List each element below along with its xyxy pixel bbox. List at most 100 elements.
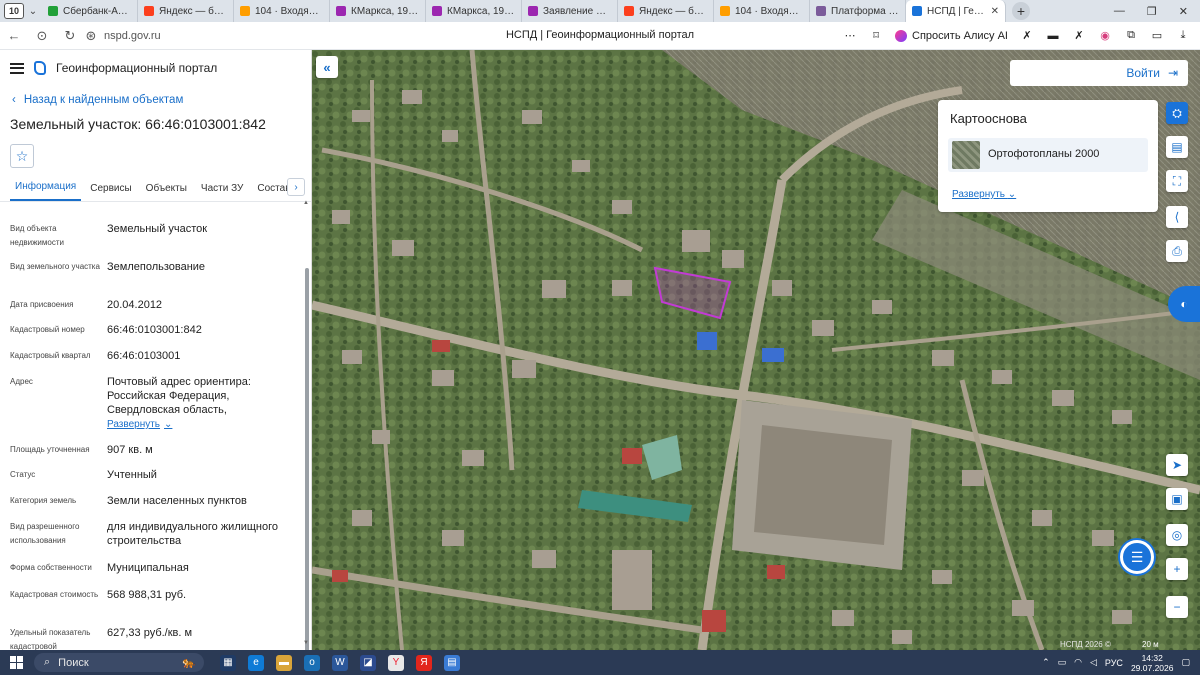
- address-text: Почтовый адрес ориентира: Российская Фед…: [107, 376, 251, 416]
- tray-expand-icon[interactable]: ⌃: [1042, 657, 1050, 668]
- tabs-next-button[interactable]: ›: [287, 178, 305, 196]
- chat-icon: ☰: [1130, 548, 1144, 565]
- tab-count-badge[interactable]: 10: [4, 3, 24, 19]
- side-panel-tab[interactable]: ◐: [1168, 286, 1200, 322]
- download-icon[interactable]: ⤓: [1176, 29, 1190, 43]
- tab-objects[interactable]: Объекты: [141, 183, 192, 201]
- basemap-panel: Картооснова Ортофотопланы 2000 Развернут…: [938, 100, 1158, 212]
- collapse-panel-button[interactable]: «: [316, 56, 338, 78]
- address-expand-link[interactable]: Развернуть ⌄: [107, 418, 172, 432]
- property-value: 627,33 руб./кв. м: [107, 627, 193, 639]
- map-view[interactable]: « Войти ⇥ Картооснова Ортофотопланы 2000…: [312, 50, 1200, 650]
- ask-alisa-button[interactable]: Спросить Алису AI: [895, 29, 1008, 42]
- back-icon[interactable]: ←: [0, 28, 28, 43]
- tab-services[interactable]: Сервисы: [85, 183, 136, 201]
- favorite-button[interactable]: ☆: [10, 144, 34, 168]
- extension-icon[interactable]: ✗: [1020, 29, 1034, 43]
- volume-icon[interactable]: ◁: [1090, 657, 1097, 668]
- puzzle-icon[interactable]: ⧉: [1124, 29, 1138, 43]
- login-bar: Войти ⇥: [1010, 60, 1188, 86]
- chat-bubble-icon: ◐: [1180, 297, 1188, 311]
- panel-header: Геоинформационный портал: [0, 50, 311, 86]
- menu-icon[interactable]: [10, 62, 24, 74]
- login-icon[interactable]: ⇥: [1168, 66, 1178, 80]
- clock-date: 29.07.2026: [1130, 662, 1174, 673]
- browser-tab[interactable]: КМаркса, 19 (1).p: [426, 0, 522, 22]
- close-tab-icon[interactable]: ✕: [991, 6, 999, 17]
- property-key: Вид объекта недвижимости: [10, 224, 64, 247]
- browser-tab[interactable]: Яндекс — быстры: [618, 0, 714, 22]
- zoom-in-button[interactable]: +: [1166, 558, 1188, 580]
- extension-icon[interactable]: ▬: [1046, 29, 1060, 43]
- property-value: Учтенный: [107, 469, 157, 481]
- chevron-down-icon: ⌄: [1007, 189, 1017, 200]
- language-indicator[interactable]: РУС: [1105, 658, 1123, 668]
- notification-icon[interactable]: ▢: [1181, 657, 1190, 668]
- network-icon[interactable]: ▭: [1058, 657, 1067, 668]
- select-area-icon: ⛶: [1172, 173, 1182, 188]
- browser-tab[interactable]: Заявление Торги: [522, 0, 618, 22]
- lock-icon[interactable]: ⊛: [84, 28, 98, 44]
- tab-information[interactable]: Информация: [10, 181, 82, 201]
- layers-tool-button[interactable]: ⛭: [1166, 102, 1188, 124]
- browser-tab-active[interactable]: НСПД | Геоин ✕: [906, 0, 1006, 22]
- yandex-icon[interactable]: Я: [416, 654, 432, 671]
- print-icon: ⎙: [1172, 243, 1182, 258]
- basemap-expand-link[interactable]: Развернуть ⌄: [952, 189, 1016, 200]
- browser-tab[interactable]: Платформа госуд: [810, 0, 906, 22]
- sidebar-icon[interactable]: ▭: [1150, 29, 1164, 43]
- maximize-icon[interactable]: ❐: [1147, 5, 1157, 18]
- basemap-thumbnail: [952, 141, 980, 169]
- browser-tab[interactable]: 104 · Входящие —: [234, 0, 330, 22]
- yandex-browser-icon[interactable]: Y: [388, 654, 404, 671]
- minimap-button[interactable]: ▣: [1166, 488, 1188, 510]
- tab-label: Заявление Торги: [543, 5, 611, 17]
- task-view-icon[interactable]: ▦: [220, 654, 236, 671]
- tab-list-chevron-icon[interactable]: ⌄: [24, 6, 42, 17]
- scroll-up-icon[interactable]: ▲: [303, 200, 309, 206]
- explorer-icon[interactable]: ▬: [276, 654, 292, 671]
- taskbar-search[interactable]: ⌕ Поиск 🐅: [34, 653, 204, 672]
- minimize-icon[interactable]: —: [1114, 5, 1125, 18]
- bookmark-icon[interactable]: ⌑: [869, 29, 883, 43]
- tab-label: НСПД | Геоин: [927, 5, 986, 17]
- word-icon[interactable]: W: [332, 654, 348, 671]
- geolocation-button[interactable]: ◎: [1166, 524, 1188, 546]
- windows-start-icon[interactable]: [10, 655, 24, 670]
- outlook-icon[interactable]: o: [304, 654, 320, 671]
- shield-icon[interactable]: ⊙: [28, 28, 56, 44]
- app-icon[interactable]: ◪: [360, 654, 376, 671]
- wifi-icon[interactable]: ◠: [1074, 657, 1082, 668]
- browser-tab[interactable]: 104 · Входящие —: [714, 0, 810, 22]
- chat-assistant-button[interactable]: ☰: [1120, 540, 1154, 574]
- close-window-icon[interactable]: ✕: [1179, 5, 1188, 18]
- browser-tab[interactable]: КМаркса, 19 (2).p: [330, 0, 426, 22]
- select-area-button[interactable]: ⛶: [1166, 170, 1188, 192]
- login-button[interactable]: Войти: [1126, 66, 1160, 80]
- extension-icon[interactable]: ◉: [1098, 29, 1112, 43]
- more-icon[interactable]: ⋯: [843, 29, 857, 43]
- browser-tab[interactable]: Сбербанк-АСТ - Э: [42, 0, 138, 22]
- print-button[interactable]: ⎙: [1166, 240, 1188, 262]
- store-icon[interactable]: ▤: [444, 654, 460, 671]
- scroll-down-icon[interactable]: ▼: [303, 640, 309, 646]
- window-controls: — ❐ ✕: [1114, 5, 1200, 18]
- property-value: Землепользование: [107, 261, 206, 273]
- tab-parcel-parts[interactable]: Части ЗУ: [196, 183, 248, 201]
- zoom-out-button[interactable]: −: [1166, 596, 1188, 618]
- back-to-results-link[interactable]: ‹ Назад к найденным объектам: [0, 94, 311, 106]
- clock[interactable]: 14:32 29.07.2026: [1131, 653, 1174, 673]
- share-button[interactable]: ⟨: [1166, 206, 1188, 228]
- url-field[interactable]: nspd.gov.ru: [104, 30, 161, 42]
- panel-scrollbar[interactable]: [305, 268, 309, 650]
- basemap-option[interactable]: Ортофотопланы 2000: [948, 138, 1148, 172]
- measure-tool-button[interactable]: ▤: [1166, 136, 1188, 158]
- locate-button[interactable]: ➤: [1166, 454, 1188, 476]
- edge-icon[interactable]: e: [248, 654, 264, 671]
- browser-tab[interactable]: Яндекс — быстры: [138, 0, 234, 22]
- reload-icon[interactable]: ↻: [56, 28, 84, 44]
- alisa-icon: [895, 29, 908, 42]
- tab-label: Платформа госуд: [831, 5, 899, 17]
- new-tab-button[interactable]: +: [1012, 2, 1030, 20]
- extension-icon[interactable]: ✗: [1072, 29, 1086, 43]
